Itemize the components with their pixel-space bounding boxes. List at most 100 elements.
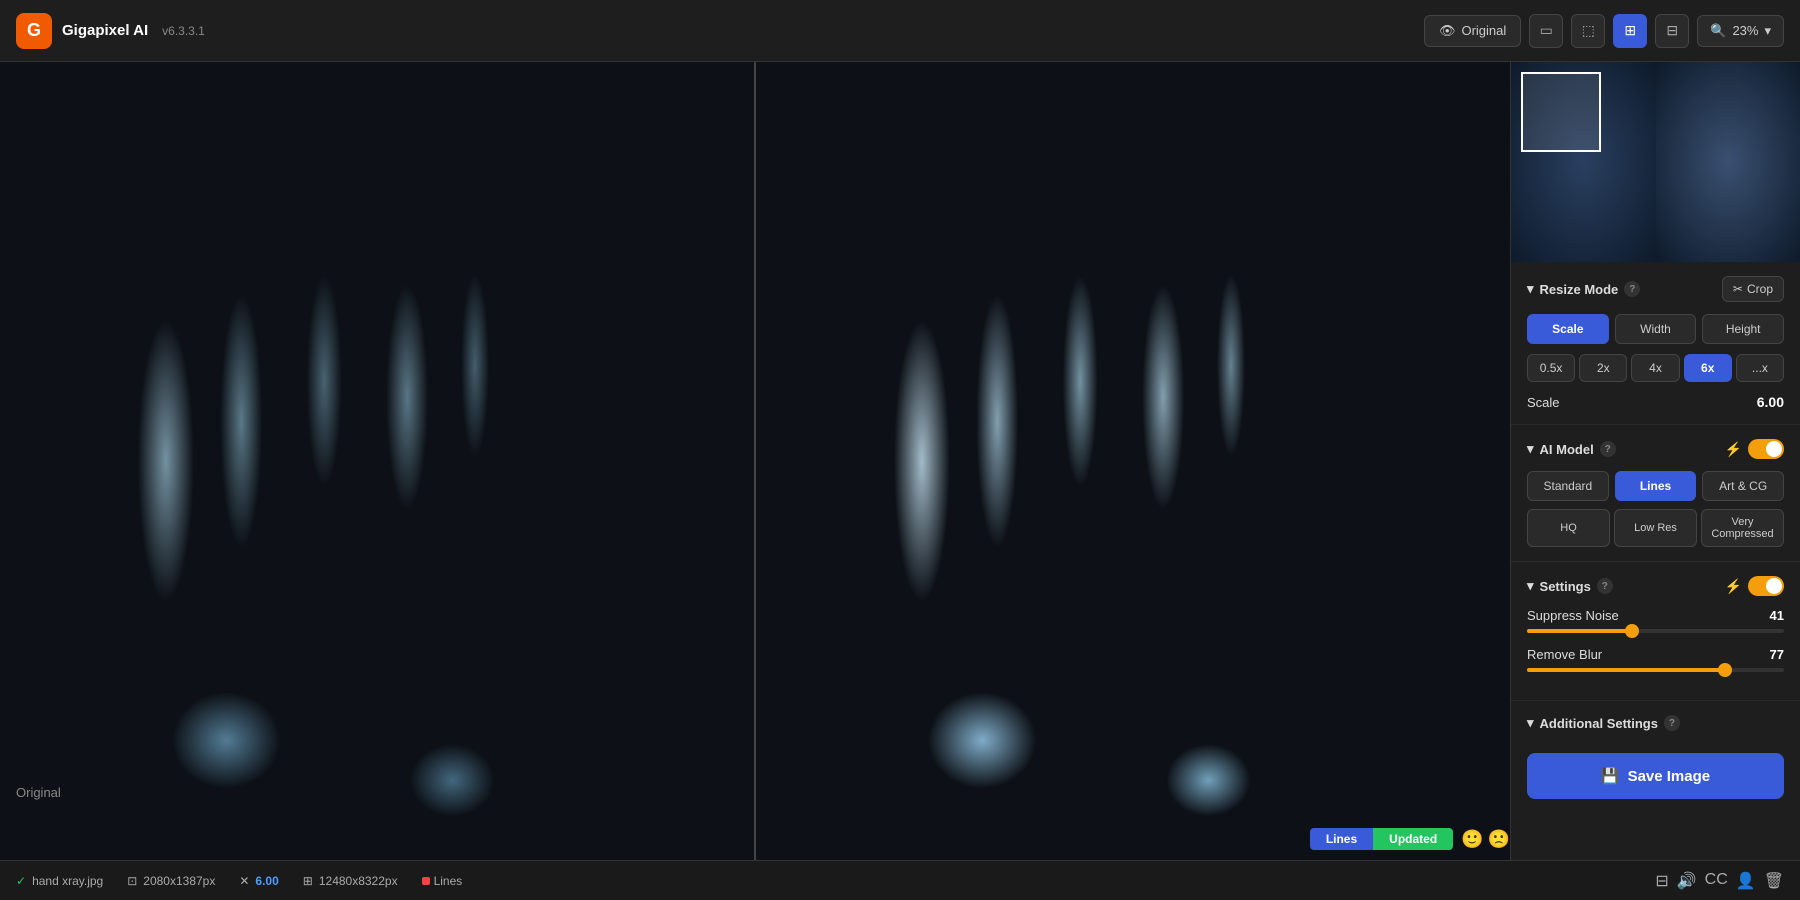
view-grid-button[interactable]: ⊟	[1655, 14, 1689, 48]
split-view-icon: ⬚	[1582, 22, 1595, 39]
original-toggle-button[interactable]: 👁 Original	[1424, 15, 1521, 47]
suppress-noise-label-row: Suppress Noise 41	[1527, 608, 1784, 623]
image-area[interactable]: Original Lines Updated 🙂 🙁	[0, 62, 1510, 860]
crop-label: Crop	[1747, 282, 1773, 296]
status-scale: 6.00	[255, 874, 278, 888]
view-split-button[interactable]: ⬚	[1571, 14, 1605, 48]
output-icon: ⊞	[303, 874, 313, 888]
original-label: Original	[16, 785, 61, 800]
audio-icon[interactable]: 🔊	[1677, 871, 1697, 891]
image-left-panel: Original	[0, 62, 754, 860]
status-filename-item: ✓ hand xray.jpg	[16, 874, 103, 888]
thumbs-up-button[interactable]: 🙂	[1461, 829, 1483, 850]
grid-view-icon: ⊟	[1666, 22, 1678, 39]
lightning-icon: ⚡	[1725, 578, 1742, 595]
suppress-noise-slider-section: Suppress Noise 41	[1527, 608, 1784, 633]
remove-blur-track[interactable]	[1527, 668, 1784, 672]
additional-settings-section: ▾ Additional Settings ?	[1511, 701, 1800, 745]
thumbs-down-button[interactable]: 🙁	[1488, 829, 1510, 850]
preview-selection-box	[1521, 72, 1601, 152]
very-compressed-button[interactable]: Very Compressed	[1701, 509, 1784, 547]
status-actions: ⊟ 🔊 CC 👤 🗑	[1655, 871, 1784, 891]
low-res-button[interactable]: Low Res	[1614, 509, 1697, 547]
suppress-noise-track[interactable]	[1527, 629, 1784, 633]
additional-settings-help-icon[interactable]: ?	[1664, 715, 1680, 731]
hq-button[interactable]: HQ	[1527, 509, 1610, 547]
settings-toggle-row: ⚡	[1725, 576, 1784, 596]
scale-6x-button[interactable]: 6x	[1684, 354, 1732, 382]
original-label: Original	[1461, 23, 1506, 38]
crop-icon: ✂	[1733, 282, 1743, 296]
settings-title: Settings	[1540, 579, 1591, 594]
chevron-down-icon: ▾	[1527, 578, 1534, 594]
toggle-knob	[1766, 578, 1782, 594]
status-original-size: 2080x1387px	[143, 874, 215, 888]
preview-strip	[1511, 62, 1800, 262]
settings-help-icon[interactable]: ?	[1597, 578, 1613, 594]
ai-model-toggle[interactable]	[1748, 439, 1784, 459]
art-cg-model-button[interactable]: Art & CG	[1702, 471, 1784, 501]
quality-preset-buttons: HQ Low Res Very Compressed	[1527, 509, 1784, 547]
feedback-buttons: 🙂 🙁	[1461, 829, 1510, 850]
toggle-knob	[1766, 441, 1782, 457]
model-status-dot	[422, 877, 430, 885]
resize-mode-title-group: ▾ Resize Mode ?	[1527, 281, 1640, 297]
layers-icon[interactable]: ⊟	[1655, 871, 1668, 891]
badge-lines: Lines	[1310, 828, 1373, 850]
scale-2x-button[interactable]: 2x	[1579, 354, 1627, 382]
trash-icon[interactable]: 🗑	[1764, 871, 1784, 891]
suppress-noise-label: Suppress Noise	[1527, 608, 1619, 623]
suppress-noise-value: 41	[1770, 608, 1784, 623]
status-output-size: 12480x8322px	[319, 874, 398, 888]
standard-model-button[interactable]: Standard	[1527, 471, 1609, 501]
remove-blur-value: 77	[1770, 647, 1784, 662]
logo-area: G Gigapixel AI v6.3.3.1	[16, 13, 205, 49]
scale-tab[interactable]: Scale	[1527, 314, 1609, 344]
width-tab[interactable]: Width	[1615, 314, 1697, 344]
status-output-size-item: ⊞ 12480x8322px	[303, 874, 398, 888]
settings-title-group: ▾ Settings ?	[1527, 578, 1613, 594]
ai-model-section: ▾ AI Model ? ⚡ Standard Lines Art & CG H…	[1511, 425, 1800, 562]
app-logo-icon: G	[16, 13, 52, 49]
save-image-button[interactable]: 💾 Save Image	[1527, 753, 1784, 799]
scale-4x-button[interactable]: 4x	[1631, 354, 1679, 382]
zoom-control[interactable]: 🔍 23% ▾	[1697, 15, 1784, 47]
ai-model-type-buttons: Standard Lines Art & CG	[1527, 471, 1784, 501]
resize-mode-help-icon[interactable]: ?	[1624, 281, 1640, 297]
additional-settings-header[interactable]: ▾ Additional Settings ?	[1527, 715, 1784, 731]
lightning-icon: ⚡	[1725, 441, 1742, 458]
settings-header: ▾ Settings ? ⚡	[1527, 576, 1784, 596]
scale-icon: ✕	[239, 874, 249, 888]
crop-button[interactable]: ✂ Crop	[1722, 276, 1784, 302]
ai-model-header: ▾ AI Model ? ⚡	[1527, 439, 1784, 459]
preview-right	[1656, 62, 1800, 262]
scale-custom-button[interactable]: ...x	[1736, 354, 1784, 382]
view-single-button[interactable]: ▭	[1529, 14, 1563, 48]
view-compare-button[interactable]: ⊞	[1613, 14, 1647, 48]
suppress-noise-thumb[interactable]	[1625, 624, 1639, 638]
status-model-item: Lines	[422, 874, 463, 888]
processed-xray-image	[756, 62, 1510, 860]
status-model: Lines	[434, 874, 463, 888]
ai-model-toggle-row: ⚡	[1725, 439, 1784, 459]
resize-icon: ⊡	[127, 874, 137, 888]
settings-toggle[interactable]	[1748, 576, 1784, 596]
lines-model-button[interactable]: Lines	[1615, 471, 1697, 501]
single-view-icon: ▭	[1540, 22, 1553, 39]
badge-updated: Updated	[1373, 828, 1453, 850]
save-label: Save Image	[1628, 768, 1711, 785]
chevron-down-icon: ▾	[1527, 281, 1534, 297]
zoom-value: 23%	[1732, 23, 1758, 38]
checkmark-icon: ✓	[16, 874, 26, 888]
status-filename: hand xray.jpg	[32, 874, 103, 888]
remove-blur-thumb[interactable]	[1718, 663, 1732, 677]
resize-mode-header: ▾ Resize Mode ? ✂ Crop	[1527, 276, 1784, 302]
remove-blur-fill	[1527, 668, 1725, 672]
remove-blur-slider-section: Remove Blur 77	[1527, 647, 1784, 672]
ai-model-help-icon[interactable]: ?	[1600, 441, 1616, 457]
scale-0.5x-button[interactable]: 0.5x	[1527, 354, 1575, 382]
image-right-panel: Lines Updated 🙂 🙁	[756, 62, 1510, 860]
topbar: G Gigapixel AI v6.3.3.1 👁 Original ▭ ⬚ ⊞…	[0, 0, 1800, 62]
user-icon[interactable]: 👤	[1736, 871, 1756, 891]
height-tab[interactable]: Height	[1702, 314, 1784, 344]
